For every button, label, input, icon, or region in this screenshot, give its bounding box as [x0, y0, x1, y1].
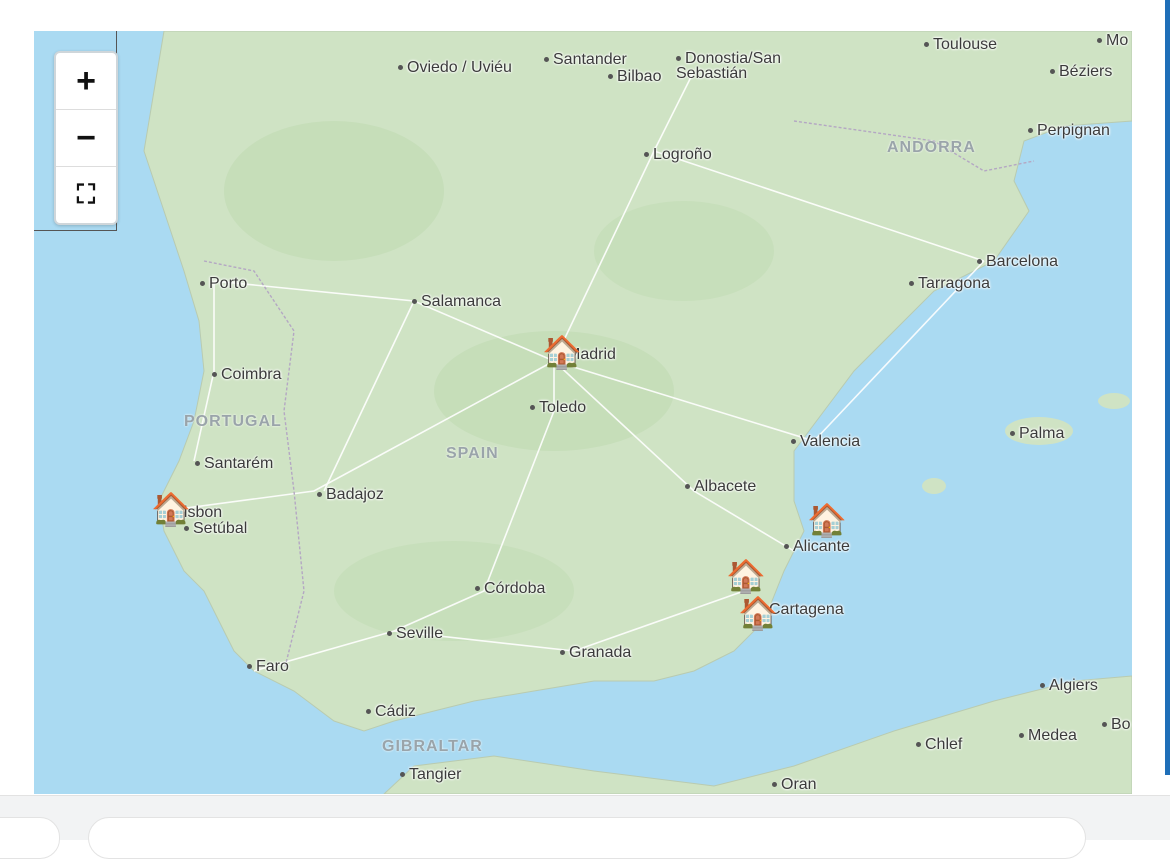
city-donostia: Donostia/San Sebastián: [676, 50, 782, 82]
city-valencia: Valencia: [791, 434, 860, 450]
city-salamanca: Salamanca: [412, 294, 501, 310]
city-badajoz: Badajoz: [317, 487, 384, 503]
message-input-pill[interactable]: [88, 817, 1086, 859]
city-toledo: Toledo: [530, 400, 586, 416]
city-beziers: Béziers: [1050, 64, 1112, 80]
house-marker-cartagena-1[interactable]: 🏠: [726, 560, 766, 592]
house-icon: 🏠: [542, 334, 582, 370]
fullscreen-icon: ⛶: [76, 179, 96, 209]
city-alicante: Alicante: [784, 539, 850, 555]
country-label-gibraltar: GIBRALTAR: [382, 738, 483, 755]
city-santander: Santander: [544, 52, 627, 68]
city-granada: Granada: [560, 645, 631, 661]
city-bo: Bo: [1102, 717, 1131, 733]
city-palma: Palma: [1010, 426, 1064, 442]
city-medea: Medea: [1019, 728, 1077, 744]
city-cordoba: Córdoba: [475, 581, 545, 597]
house-marker-madrid[interactable]: 🏠: [542, 336, 582, 368]
city-cadiz: Cádiz: [366, 704, 416, 720]
city-perpignan: Perpignan: [1028, 123, 1110, 139]
city-oran: Oran: [772, 777, 817, 793]
city-setubal: Setúbal: [184, 521, 247, 537]
city-tangier: Tangier: [400, 767, 461, 783]
city-cartagena: Cartagena: [769, 601, 844, 618]
city-oviedo: Oviedo / Uviéu: [398, 60, 512, 76]
map-controls: + − ⛶: [54, 51, 118, 225]
city-albacete: Albacete: [685, 479, 756, 495]
country-label-spain: SPAIN: [446, 445, 499, 462]
city-mo: Mo: [1097, 33, 1128, 49]
house-icon: 🏠: [151, 491, 191, 527]
bottom-left-pill[interactable]: [0, 817, 60, 859]
city-algiers: Algiers: [1040, 678, 1098, 694]
zoom-in-button[interactable]: +: [56, 53, 116, 110]
city-tarragona: Tarragona: [909, 276, 990, 292]
scrollbar-accent: [1165, 0, 1170, 775]
city-seville: Seville: [387, 626, 443, 642]
city-bilbao: Bilbao: [608, 69, 661, 85]
country-label-portugal: PORTUGAL: [184, 413, 282, 430]
city-porto: Porto: [200, 276, 247, 292]
city-coimbra: Coimbra: [212, 367, 281, 383]
city-toulouse: Toulouse: [924, 37, 997, 53]
house-icon: 🏠: [807, 502, 847, 538]
zoom-out-button[interactable]: −: [56, 110, 116, 167]
house-marker-lisbon[interactable]: 🏠: [151, 493, 191, 525]
city-santarem: Santarém: [195, 456, 273, 472]
house-marker-alicante[interactable]: 🏠: [807, 504, 847, 536]
city-logrono: Logroño: [644, 147, 712, 163]
house-icon: 🏠: [738, 595, 778, 631]
city-chlef: Chlef: [916, 737, 962, 753]
map-view[interactable]: PORTUGAL SPAIN ANDORRA GIBRALTAR Oviedo …: [34, 31, 1132, 794]
house-icon: 🏠: [726, 558, 766, 594]
house-marker-cartagena-2[interactable]: 🏠: [738, 597, 778, 629]
country-label-andorra: ANDORRA: [887, 139, 976, 156]
city-faro: Faro: [247, 659, 289, 675]
city-barcelona: Barcelona: [977, 254, 1058, 270]
fullscreen-button[interactable]: ⛶: [56, 167, 116, 223]
